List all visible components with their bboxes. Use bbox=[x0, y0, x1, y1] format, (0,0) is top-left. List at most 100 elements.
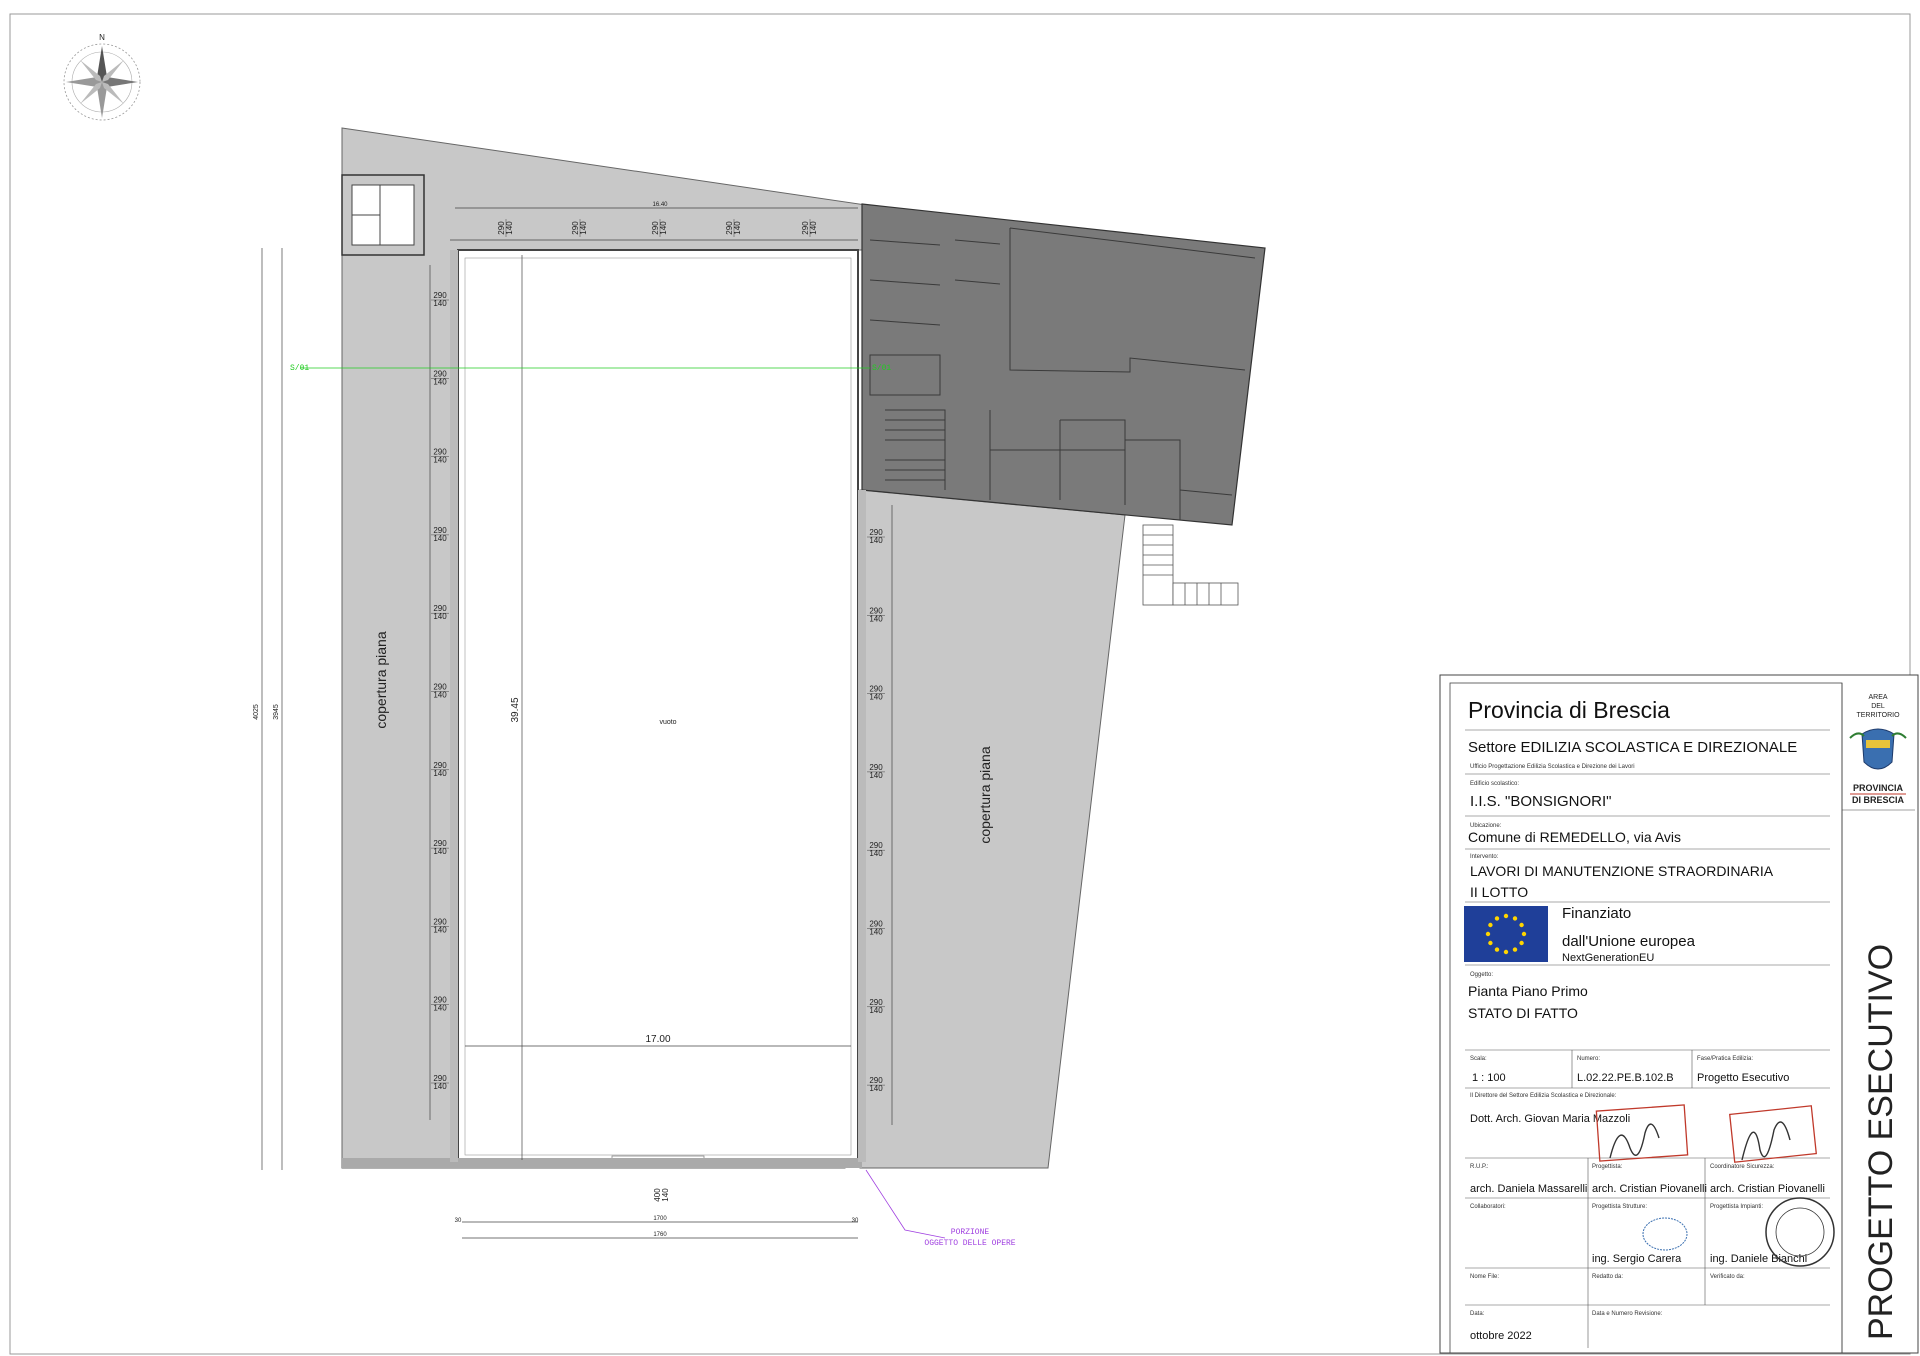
tb-designer-label: Progettista: bbox=[1592, 1164, 1623, 1170]
tb-date: ottobre 2022 bbox=[1470, 1330, 1532, 1342]
tb-eu-2: dall'Unione europea bbox=[1562, 933, 1696, 950]
window-mark-top-4: 290 140 bbox=[801, 219, 818, 237]
window-bottom-value: 140 bbox=[433, 925, 447, 934]
eu-star-icon bbox=[1488, 922, 1493, 928]
window-mark-left-2: 290140 bbox=[431, 448, 449, 465]
tb-intervention-2: II LOTTO bbox=[1470, 884, 1528, 900]
window-mark-top-3: 290 140 bbox=[725, 219, 742, 237]
window-mark-left-9: 290140 bbox=[431, 996, 449, 1013]
logo-prov-1: PROVINCIA bbox=[1853, 783, 1904, 793]
window-mark-right-1: 290140 bbox=[867, 606, 885, 623]
window-bottom-value: 140 bbox=[433, 1004, 447, 1013]
window-bottom-value: 140 bbox=[433, 1082, 447, 1091]
tb-revision-label: Data e Numero Revisione: bbox=[1592, 1311, 1663, 1317]
eu-star-icon bbox=[1503, 949, 1509, 955]
tb-director: Dott. Arch. Giovan Maria Mazzoli bbox=[1470, 1113, 1630, 1125]
window-mark-top-2: 290 140 bbox=[651, 219, 668, 237]
roof-right-label: copertura piana bbox=[977, 746, 993, 844]
window-mark-left-3: 290140 bbox=[431, 526, 449, 543]
window-bottom-value: 140 bbox=[869, 693, 883, 702]
window-mark-left-0: 290140 bbox=[431, 291, 449, 308]
window-bottom-value: 140 bbox=[433, 377, 447, 386]
eu-star-icon bbox=[1519, 922, 1524, 928]
logo-area-2: DEL bbox=[1871, 703, 1885, 710]
eu-star-icon bbox=[1503, 913, 1509, 919]
window-mark-left-5: 290140 bbox=[431, 683, 449, 700]
window-bottom-value: 140 bbox=[869, 1084, 883, 1093]
eu-star-icon bbox=[1521, 931, 1527, 937]
window-bottom-value: 140 bbox=[869, 614, 883, 623]
dim-bottom-2: 1760 bbox=[653, 1232, 667, 1238]
tb-eu-3: NextGenerationEU bbox=[1562, 952, 1654, 964]
tb-scale: 1 : 100 bbox=[1472, 1072, 1506, 1084]
window-mark-right-5: 290140 bbox=[867, 920, 885, 937]
tb-number-label: Numero: bbox=[1577, 1056, 1600, 1062]
dim-bottom-1: 1700 bbox=[653, 1216, 667, 1222]
window-mark-right-6: 290140 bbox=[867, 998, 885, 1015]
window-bottom-value: 140 bbox=[433, 612, 447, 621]
logo-area-3: TERRITORIO bbox=[1856, 712, 1900, 719]
window-bottom-value: 140 bbox=[659, 221, 668, 235]
window-bottom-value: 140 bbox=[433, 299, 447, 308]
tower-top-left bbox=[341, 174, 425, 256]
window-bottom-value: 140 bbox=[433, 769, 447, 778]
window-mark-left-7: 290140 bbox=[431, 839, 449, 856]
tb-eu-1: Finanziato bbox=[1562, 905, 1631, 922]
dim-width-label: 17.00 bbox=[645, 1034, 670, 1045]
window-mark-right-7: 290140 bbox=[867, 1076, 885, 1093]
dim-bottom-right: 30 bbox=[852, 1218, 859, 1224]
portion-label-2: OGGETTO DELLE OPERE bbox=[924, 1239, 1015, 1248]
window-mark-left-8: 290140 bbox=[431, 917, 449, 934]
logo-area-1: AREA bbox=[1868, 694, 1887, 701]
window-mark-left-4: 290140 bbox=[431, 604, 449, 621]
compass-rose-icon: N bbox=[63, 33, 141, 121]
tb-date-label: Data: bbox=[1470, 1311, 1485, 1317]
eu-star-icon bbox=[1512, 947, 1518, 952]
tb-province: Provincia di Brescia bbox=[1468, 697, 1670, 723]
tb-structural-label: Progettista Strutture: bbox=[1592, 1204, 1647, 1210]
tb-plant-label: Progettista Impianti: bbox=[1710, 1204, 1763, 1210]
window-bottom-value: 140 bbox=[869, 771, 883, 780]
wall-bottom bbox=[342, 1158, 862, 1168]
dim-inner-left: 3945 bbox=[273, 704, 280, 720]
window-mark-left-6: 290140 bbox=[431, 761, 449, 778]
compass-north-label: N bbox=[99, 33, 105, 42]
portion-label-1: PORZIONE bbox=[951, 1228, 990, 1237]
eu-star-icon bbox=[1512, 916, 1518, 921]
window-mark-right-3: 290140 bbox=[867, 763, 885, 780]
eu-star-icon bbox=[1494, 947, 1500, 952]
tb-object-label: Oggetto: bbox=[1470, 972, 1493, 978]
eu-star-icon bbox=[1488, 940, 1493, 946]
tb-coordinator: arch. Cristian Piovanelli bbox=[1710, 1183, 1825, 1195]
eu-star-icon bbox=[1519, 940, 1524, 946]
exterior-stair bbox=[1142, 524, 1239, 606]
roof-left-label: copertura piana bbox=[373, 631, 389, 729]
tb-building: I.I.S. "BONSIGNORI" bbox=[1470, 793, 1612, 810]
window-mark-right-2: 290140 bbox=[867, 685, 885, 702]
tb-sector: Settore EDILIZIA SCOLASTICA E DIREZIONAL… bbox=[1468, 739, 1797, 756]
tb-intervention-label: Intervento: bbox=[1470, 854, 1499, 860]
tb-location: Comune di REMEDELLO, via Avis bbox=[1468, 829, 1681, 845]
dim-door-sub: 140 bbox=[661, 1188, 670, 1202]
tb-scale-label: Scala: bbox=[1470, 1056, 1487, 1062]
window-mark-top-0: 290 140 bbox=[497, 219, 514, 237]
tb-intervention-1: LAVORI DI MANUTENZIONE STRAORDINARIA bbox=[1470, 863, 1774, 879]
portion-leader bbox=[865, 1169, 946, 1239]
window-mark-left-10: 290140 bbox=[431, 1074, 449, 1091]
tb-vertical-title: PROGETTO ESECUTIVO bbox=[1862, 944, 1900, 1340]
tb-structural: ing. Sergio Carera bbox=[1592, 1253, 1682, 1265]
dim-total-left: 4025 bbox=[253, 704, 260, 720]
tb-coordinator-label: Coordinatore Sicurezza: bbox=[1710, 1164, 1775, 1170]
window-mark-right-0: 290140 bbox=[867, 528, 885, 545]
wall-right-strip bbox=[858, 490, 866, 1162]
window-bottom-value: 140 bbox=[579, 221, 588, 235]
eu-star-icon bbox=[1494, 916, 1500, 921]
window-mark-right-4: 290140 bbox=[867, 841, 885, 858]
tb-object-1: Pianta Piano Primo bbox=[1468, 983, 1588, 999]
eu-flag-icon bbox=[1464, 906, 1548, 962]
window-mark-left-1: 290140 bbox=[431, 369, 449, 386]
tb-number: L.02.22.PE.B.102.B bbox=[1577, 1072, 1674, 1084]
window-bottom-value: 140 bbox=[809, 221, 818, 235]
window-bottom-value: 140 bbox=[733, 221, 742, 235]
tb-object-2: STATO DI FATTO bbox=[1468, 1005, 1578, 1021]
